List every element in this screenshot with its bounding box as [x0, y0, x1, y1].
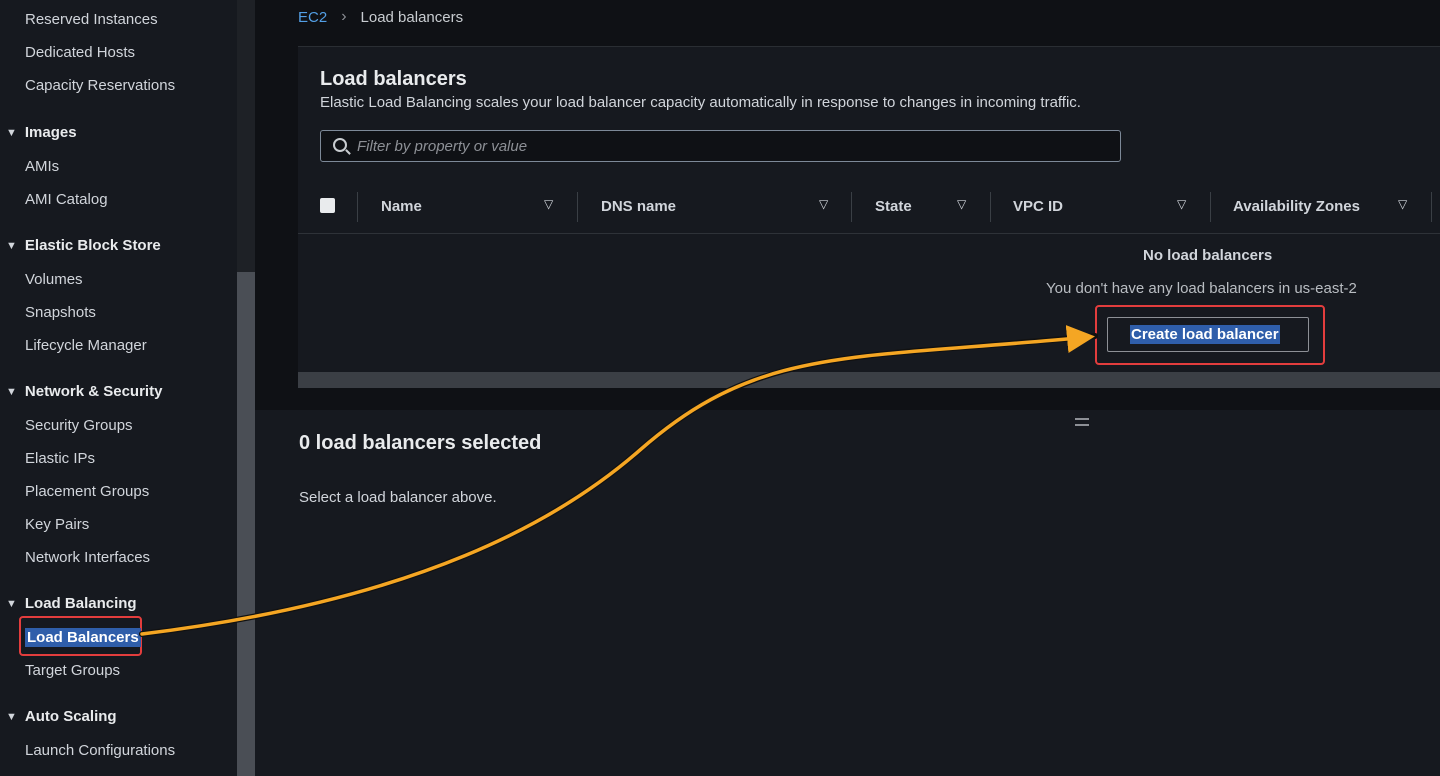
column-name[interactable]: Name [381, 198, 422, 215]
sidebar-section-load-balancing[interactable]: ▼ Load Balancing [6, 595, 137, 612]
sidebar-item-reserved-instances[interactable]: Reserved Instances [25, 11, 158, 28]
sidebar-section-ebs[interactable]: ▼ Elastic Block Store [6, 237, 161, 254]
selection-title: 0 load balancers selected [299, 432, 542, 454]
sidebar-item-ami-catalog[interactable]: AMI Catalog [25, 191, 108, 208]
create-load-balancer-label: Create load balancer [1130, 325, 1280, 344]
sidebar-item-label: Load Balancers [25, 628, 141, 647]
chevron-right-icon: › [341, 8, 347, 25]
sort-down-icon[interactable]: ▽ [819, 197, 828, 211]
search-icon [333, 138, 347, 152]
column-divider [1431, 192, 1432, 222]
sidebar-scrollbar-thumb[interactable] [237, 272, 255, 776]
sidebar-section-network-security[interactable]: ▼ Network & Security [6, 383, 162, 400]
sort-down-icon[interactable]: ▽ [544, 197, 553, 211]
load-balancers-panel: Load balancers Elastic Load Balancing sc… [298, 46, 1440, 388]
sidebar-item-launch-configurations[interactable]: Launch Configurations [25, 742, 175, 759]
column-availability-zones[interactable]: Availability Zones [1233, 198, 1360, 215]
breadcrumb: EC2 › Load balancers [298, 8, 463, 26]
filter-input[interactable] [357, 131, 1117, 161]
breadcrumb-current: Load balancers [360, 8, 464, 26]
empty-state-title: No load balancers [1143, 247, 1273, 264]
column-divider [357, 192, 358, 222]
sidebar-item-lifecycle-manager[interactable]: Lifecycle Manager [25, 337, 147, 354]
column-vpc-id[interactable]: VPC ID [1013, 198, 1063, 215]
column-divider [1210, 192, 1211, 222]
sidebar-item-security-groups[interactable]: Security Groups [25, 417, 133, 434]
details-panel [255, 410, 1440, 776]
table-header: Name ▽ DNS name ▽ State ▽ VPC ID ▽ Avail… [298, 182, 1440, 234]
resize-handle-icon[interactable] [1075, 418, 1089, 426]
column-divider [577, 192, 578, 222]
empty-state-description: You don't have any load balancers in us-… [1046, 280, 1357, 297]
column-divider [851, 192, 852, 222]
sidebar-section-images[interactable]: ▼ Images [6, 124, 77, 141]
horizontal-scrollbar[interactable] [298, 372, 1440, 388]
column-divider [990, 192, 991, 222]
sidebar-item-volumes[interactable]: Volumes [25, 271, 83, 288]
sidebar-item-key-pairs[interactable]: Key Pairs [25, 516, 89, 533]
sidebar-item-elastic-ips[interactable]: Elastic IPs [25, 450, 95, 467]
column-dns-name[interactable]: DNS name [601, 198, 676, 215]
filter-box [320, 130, 1121, 162]
sidebar-item-load-balancers[interactable]: Load Balancers [19, 616, 142, 656]
sidebar-item-network-interfaces[interactable]: Network Interfaces [25, 549, 150, 566]
caret-down-icon: ▼ [6, 239, 17, 252]
caret-down-icon: ▼ [6, 710, 17, 723]
sort-down-icon[interactable]: ▽ [1177, 197, 1186, 211]
page-title: Load balancers [320, 68, 467, 90]
caret-down-icon: ▼ [6, 126, 17, 139]
sidebar-item-capacity-reservations[interactable]: Capacity Reservations [25, 77, 175, 94]
caret-down-icon: ▼ [6, 385, 17, 398]
sidebar-section-auto-scaling[interactable]: ▼ Auto Scaling [6, 708, 117, 725]
select-all-checkbox[interactable] [320, 198, 335, 213]
selection-description: Select a load balancer above. [299, 489, 497, 506]
sidebar: Reserved Instances Dedicated Hosts Capac… [0, 0, 237, 776]
breadcrumb-ec2-link[interactable]: EC2 [298, 9, 327, 26]
sidebar-item-snapshots[interactable]: Snapshots [25, 304, 96, 321]
sort-down-icon[interactable]: ▽ [957, 197, 966, 211]
column-state[interactable]: State [875, 198, 912, 215]
sort-down-icon[interactable]: ▽ [1398, 197, 1407, 211]
sidebar-item-placement-groups[interactable]: Placement Groups [25, 483, 149, 500]
sidebar-item-dedicated-hosts[interactable]: Dedicated Hosts [25, 44, 135, 61]
sidebar-item-amis[interactable]: AMIs [25, 158, 59, 175]
caret-down-icon: ▼ [6, 597, 17, 610]
page-description: Elastic Load Balancing scales your load … [320, 94, 1081, 111]
sidebar-item-target-groups[interactable]: Target Groups [25, 662, 120, 679]
create-load-balancer-button[interactable]: Create load balancer [1107, 317, 1309, 352]
